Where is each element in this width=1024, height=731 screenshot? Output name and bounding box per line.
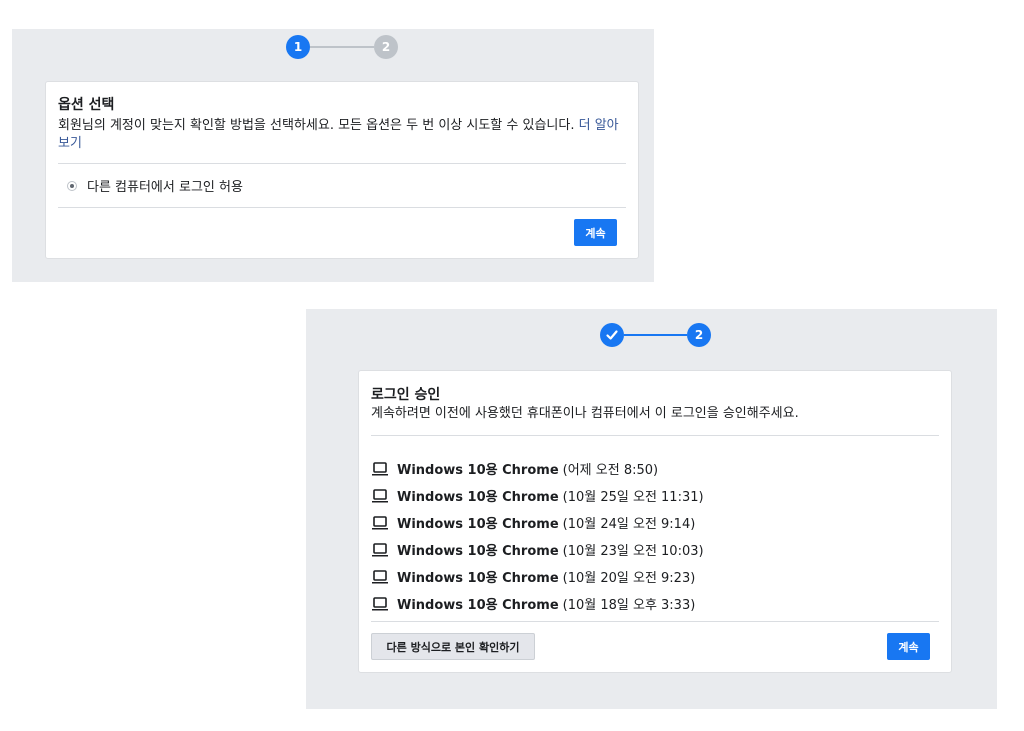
login-approval-panel: 2 로그인 승인 계속하려면 이전에 사용했던 휴대폰이나 컴퓨터에서 이 로그… bbox=[306, 309, 997, 709]
device-login-time: (10월 18일 오후 3:33) bbox=[562, 598, 696, 613]
device-name: Windows 10용 Chrome bbox=[397, 490, 559, 505]
device-row: Windows 10용 Chrome (10월 24일 오전 9:14) bbox=[371, 509, 931, 536]
device-login-time: (10월 20일 오전 9:23) bbox=[562, 571, 696, 586]
device-login-time: (10월 23일 오전 10:03) bbox=[562, 544, 704, 559]
card-title: 로그인 승인 bbox=[371, 387, 441, 403]
progress-stepper: 1 2 bbox=[286, 35, 398, 59]
option-select-panel: 1 2 옵션 선택 회원님의 계정이 맞는지 확인할 방법을 선택하세요. 모든… bbox=[12, 29, 654, 282]
step-1-completed bbox=[600, 323, 624, 347]
divider bbox=[371, 621, 939, 622]
device-login-time: (10월 25일 오전 11:31) bbox=[562, 490, 704, 505]
device-list: Windows 10용 Chrome (어제 오전 8:50) Windows 10… bbox=[371, 455, 931, 617]
device-row: Windows 10용 Chrome (10월 23일 오전 10:03) bbox=[371, 536, 931, 563]
description-text: 회원님의 계정이 맞는지 확인할 방법을 선택하세요. 모든 옵션은 두 번 이… bbox=[58, 118, 575, 133]
card-description: 계속하려면 이전에 사용했던 휴대폰이나 컴퓨터에서 이 로그인을 승인해주세요… bbox=[371, 406, 799, 421]
device-name: Windows 10용 Chrome bbox=[397, 571, 559, 586]
step-1-indicator: 1 bbox=[286, 35, 310, 59]
step-2-indicator: 2 bbox=[374, 35, 398, 59]
laptop-icon bbox=[372, 488, 388, 502]
radio-button[interactable] bbox=[67, 180, 77, 191]
device-name: Windows 10용 Chrome bbox=[397, 463, 559, 478]
device-row: Windows 10용 Chrome (어제 오전 8:50) bbox=[371, 455, 931, 482]
option-label: 다른 컴퓨터에서 로그인 허용 bbox=[87, 180, 243, 195]
option-other-computer[interactable]: 다른 컴퓨터에서 로그인 허용 bbox=[67, 176, 243, 195]
device-login-time: (어제 오전 8:50) bbox=[562, 463, 659, 478]
device-name: Windows 10용 Chrome bbox=[397, 544, 559, 559]
continue-button[interactable]: 계속 bbox=[574, 219, 617, 246]
device-row: Windows 10용 Chrome (10월 25일 오전 11:31) bbox=[371, 482, 931, 509]
device-name: Windows 10용 Chrome bbox=[397, 598, 559, 613]
card-title: 옵션 선택 bbox=[58, 97, 115, 113]
step-connector bbox=[310, 46, 374, 48]
laptop-icon bbox=[372, 596, 388, 610]
option-select-card: 옵션 선택 회원님의 계정이 맞는지 확인할 방법을 선택하세요. 모든 옵션은… bbox=[45, 81, 639, 259]
laptop-icon bbox=[372, 569, 388, 583]
device-row: Windows 10용 Chrome (10월 18일 오후 3:33) bbox=[371, 590, 931, 617]
alternate-verification-button[interactable]: 다른 방식으로 본인 확인하기 bbox=[371, 633, 535, 660]
continue-button[interactable]: 계속 bbox=[887, 633, 930, 660]
device-row: Windows 10용 Chrome (10월 20일 오전 9:23) bbox=[371, 563, 931, 590]
divider bbox=[58, 207, 626, 208]
progress-stepper: 2 bbox=[600, 323, 711, 347]
divider bbox=[371, 435, 939, 436]
device-name: Windows 10용 Chrome bbox=[397, 517, 559, 532]
step-2-indicator: 2 bbox=[687, 323, 711, 347]
check-icon bbox=[606, 330, 618, 340]
login-approval-card: 로그인 승인 계속하려면 이전에 사용했던 휴대폰이나 컴퓨터에서 이 로그인을… bbox=[358, 370, 952, 673]
step-connector bbox=[624, 334, 687, 336]
laptop-icon bbox=[372, 542, 388, 556]
device-login-time: (10월 24일 오전 9:14) bbox=[562, 517, 696, 532]
divider bbox=[58, 163, 626, 164]
laptop-icon bbox=[372, 515, 388, 529]
card-description: 회원님의 계정이 맞는지 확인할 방법을 선택하세요. 모든 옵션은 두 번 이… bbox=[58, 117, 626, 153]
laptop-icon bbox=[372, 461, 388, 475]
